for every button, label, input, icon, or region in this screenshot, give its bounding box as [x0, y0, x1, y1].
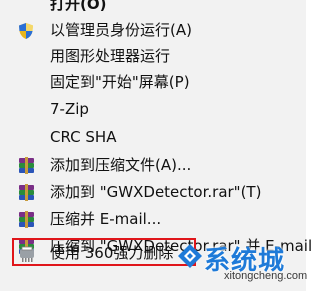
menu-item-compress-and-email[interactable]: 压缩并 E-mail...: [0, 206, 306, 232]
menu-item-run-as-admin[interactable]: 以管理员身份运行(A): [0, 17, 306, 43]
winrar-icon: [17, 157, 37, 174]
menu-item-label: 添加到压缩文件(A)...: [50, 156, 192, 174]
menu-item-label: 压缩并 E-mail...: [50, 210, 162, 228]
xitongcheng-logo-icon: [176, 242, 204, 274]
menu-item-pin-to-start[interactable]: 固定到"开始"屏幕(P): [0, 69, 306, 95]
menu-item-label: 用图形处理器运行: [50, 47, 171, 65]
menu-item-crc-sha[interactable]: CRC SHA: [0, 124, 306, 150]
menu-item-label: 以管理员身份运行(A): [50, 21, 192, 39]
uac-shield-icon: [17, 22, 37, 39]
menu-item-label: 添加到 "GWXDetector.rar"(T): [50, 183, 262, 201]
menu-item-label: CRC SHA: [50, 128, 117, 146]
menu-item-label: 7-Zip: [50, 100, 89, 118]
winrar-icon: [17, 211, 37, 228]
menu-item-label: 固定到"开始"屏幕(P): [50, 73, 190, 91]
watermark: 系统城 xitongcheng.com: [172, 236, 308, 286]
menu-item-add-to-archive[interactable]: 添加到压缩文件(A)...: [0, 152, 306, 178]
watermark-url: xitongcheng.com: [224, 270, 308, 282]
menu-item-open[interactable]: 打开(O): [0, 0, 306, 17]
menu-item-add-to-named-rar[interactable]: 添加到 "GWXDetector.rar"(T): [0, 179, 306, 205]
menu-item-7zip[interactable]: 7-Zip: [0, 96, 306, 122]
menu-item-label: 打开(O): [50, 0, 107, 13]
highlight-box: [12, 238, 196, 266]
winrar-icon: [17, 184, 37, 201]
menu-item-run-with-gpu[interactable]: 用图形处理器运行: [0, 43, 306, 69]
